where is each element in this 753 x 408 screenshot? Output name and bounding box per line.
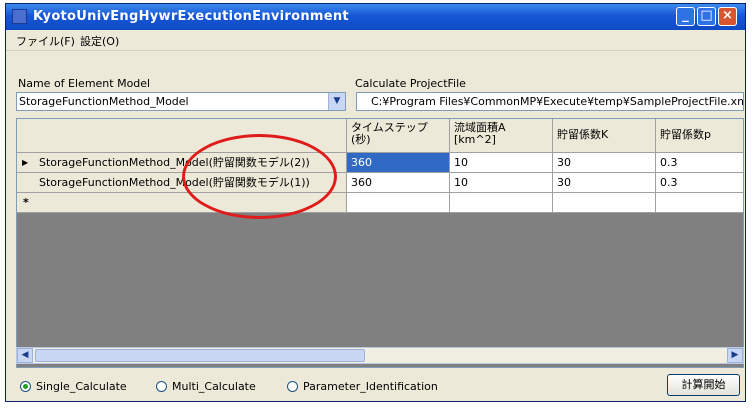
app-window: KyotoUnivEngHywrExecutionEnvironment _ □…: [5, 3, 746, 402]
new-row-indicator: *: [23, 196, 29, 209]
project-file-label: Calculate ProjectFile: [355, 77, 466, 90]
cell-k[interactable]: 30: [553, 173, 656, 193]
cell-area[interactable]: 10: [450, 173, 553, 193]
column-header-area[interactable]: 流域面積A [km^2]: [450, 119, 553, 153]
menu-bar: ファイル(F) 設定(O): [6, 30, 745, 51]
cell-timestep[interactable]: 360: [347, 173, 450, 193]
scroll-thumb[interactable]: [35, 349, 365, 362]
cell-area[interactable]: [450, 193, 553, 213]
cell-p[interactable]: 0.3: [656, 173, 743, 193]
element-model-label: Name of Element Model: [18, 77, 151, 90]
cell-timestep[interactable]: [347, 193, 450, 213]
cell-p[interactable]: [656, 193, 743, 213]
cell-area[interactable]: 10: [450, 153, 553, 173]
column-header-k[interactable]: 貯留係数K: [553, 119, 656, 153]
chevron-down-icon[interactable]: ▼: [328, 93, 345, 110]
title-bar[interactable]: KyotoUnivEngHywrExecutionEnvironment _ □…: [6, 4, 745, 30]
app-icon: [12, 9, 27, 24]
maximize-button[interactable]: □: [697, 7, 716, 26]
column-header-element[interactable]: [17, 119, 347, 153]
menu-settings[interactable]: 設定(O): [80, 33, 119, 49]
row-name: StorageFunctionMethod_Model(貯留関数モデル(1)): [39, 176, 310, 189]
column-header-p[interactable]: 貯留係数p: [656, 119, 743, 153]
menu-file[interactable]: ファイル(F): [16, 33, 75, 49]
project-file-field[interactable]: C:¥Program Files¥CommonMP¥Execute¥temp¥S…: [356, 92, 744, 111]
radio-label: Parameter_Identification: [303, 380, 438, 393]
cell-timestep[interactable]: 360: [347, 153, 450, 173]
element-model-dropdown[interactable]: StorageFunctionMethod_Model ▼: [16, 92, 346, 111]
parameter-grid[interactable]: タイムステップ(秒) 流域面積A [km^2] 貯留係数K 貯留係数p ▶ St…: [16, 118, 744, 368]
cell-k[interactable]: [553, 193, 656, 213]
radio-selected-icon: [20, 381, 31, 392]
project-file-value: C:¥Program Files¥CommonMP¥Execute¥temp¥S…: [371, 95, 744, 108]
current-row-indicator: ▶: [22, 158, 29, 167]
minimize-button[interactable]: _: [676, 7, 695, 26]
parameter-identification-radio[interactable]: Parameter_Identification: [287, 380, 438, 393]
scroll-right-icon[interactable]: ▶: [727, 348, 743, 363]
table-row[interactable]: ▶ StorageFunctionMethod_Model(貯留関数モデル(2)…: [17, 153, 347, 173]
scroll-left-icon[interactable]: ◀: [17, 348, 33, 363]
horizontal-scrollbar[interactable]: ◀ ▶: [16, 347, 744, 364]
cell-p[interactable]: 0.3: [656, 153, 743, 173]
window-title: KyotoUnivEngHywrExecutionEnvironment: [33, 9, 349, 24]
radio-label: Multi_Calculate: [172, 380, 256, 393]
radio-label: Single_Calculate: [36, 380, 127, 393]
start-calculation-button[interactable]: 計算開始: [667, 374, 740, 396]
radio-icon: [287, 381, 298, 392]
table-row[interactable]: StorageFunctionMethod_Model(貯留関数モデル(1)): [17, 173, 347, 193]
element-model-value: StorageFunctionMethod_Model: [19, 95, 189, 108]
single-calculate-radio[interactable]: Single_Calculate: [20, 380, 127, 393]
close-button[interactable]: ×: [718, 7, 737, 26]
cell-k[interactable]: 30: [553, 153, 656, 173]
multi-calculate-radio[interactable]: Multi_Calculate: [156, 380, 256, 393]
radio-icon: [156, 381, 167, 392]
new-row[interactable]: *: [17, 193, 347, 213]
column-header-timestep[interactable]: タイムステップ(秒): [347, 119, 450, 153]
row-name: StorageFunctionMethod_Model(貯留関数モデル(2)): [39, 156, 310, 169]
